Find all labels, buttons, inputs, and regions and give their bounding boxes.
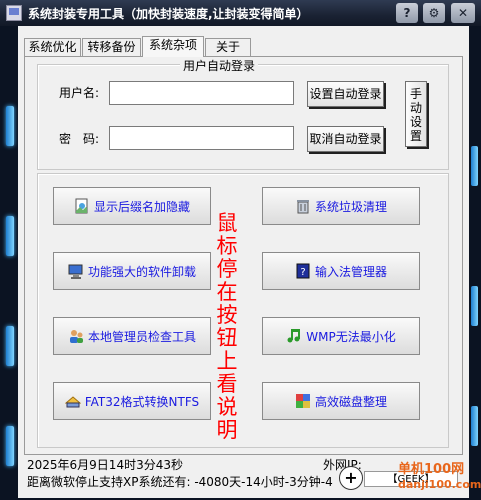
right-decoration	[469, 26, 481, 500]
ime-manager-label: 输入法管理器	[314, 264, 387, 279]
ime-manager-button[interactable]: ? 输入法管理器	[262, 252, 420, 290]
tab-system-misc[interactable]: 系统杂项	[142, 36, 204, 57]
datetime-text: 2025年6月9日14时3分43秒	[27, 458, 183, 472]
left-decoration	[0, 26, 18, 500]
password-label: 密 码:	[59, 132, 100, 146]
app-icon	[6, 5, 22, 21]
username-label: 用户名:	[59, 86, 100, 100]
local-admin-check-button[interactable]: 本地管理员检查工具	[53, 317, 211, 355]
autologin-group	[37, 64, 449, 170]
trash-icon	[295, 198, 311, 214]
defrag-icon	[295, 393, 311, 409]
fat32-to-ntfs-label: FAT32格式转换NTFS	[84, 394, 200, 409]
settings-button[interactable]: ⚙	[423, 3, 445, 23]
autologin-group-title: 用户自动登录	[180, 57, 259, 74]
manual-setup-button[interactable]: 手动设置	[405, 81, 427, 147]
show-extension-label: 显示后缀名加隐藏	[93, 199, 190, 214]
users-icon	[68, 328, 84, 344]
disk-defrag-button[interactable]: 高效磁盘整理	[262, 382, 420, 420]
set-autologin-button[interactable]: 设置自动登录	[307, 81, 384, 107]
title-bar[interactable]: 系统封装专用工具（加快封装速度,让封装变得简单） ? ⚙ ✕	[0, 0, 481, 26]
help-button[interactable]: ?	[396, 3, 418, 23]
music-note-icon	[286, 328, 302, 344]
username-field[interactable]	[109, 81, 294, 105]
help-book-icon: ?	[295, 263, 311, 279]
show-extension-button[interactable]: 显示后缀名加隐藏	[53, 187, 211, 225]
software-uninstall-button[interactable]: 功能强大的软件卸载	[53, 252, 211, 290]
software-uninstall-label: 功能强大的软件卸载	[87, 264, 196, 279]
disk-defrag-label: 高效磁盘整理	[314, 394, 387, 409]
fat32-to-ntfs-button[interactable]: FAT32格式转换NTFS	[53, 382, 211, 420]
image-edit-icon	[74, 198, 90, 214]
window-title: 系统封装专用工具（加快封装速度,让封装变得简单）	[28, 7, 309, 21]
wmp-minimize-button[interactable]: WMP无法最小化	[262, 317, 420, 355]
password-field[interactable]	[109, 126, 294, 150]
drive-convert-icon	[64, 393, 82, 409]
computer-icon	[68, 263, 84, 279]
hover-hint-text: 鼠标停在按钮上看说明	[216, 211, 238, 442]
junk-cleanup-label: 系统垃圾清理	[314, 199, 387, 214]
xp-support-notice: 距离微软停止支持XP系统还有: -4080天-14小时-3分钟-4	[27, 475, 333, 489]
tab-system-optimize[interactable]: 系统优化	[24, 38, 81, 56]
svg-text:?: ?	[300, 267, 305, 278]
tab-transfer-backup[interactable]: 转移备份	[82, 38, 141, 56]
local-admin-check-label: 本地管理员检查工具	[87, 329, 196, 344]
add-icon[interactable]: +	[339, 466, 363, 490]
client-area: 系统优化 转移备份 系统杂项 关于 用户自动登录 用户名: 设置自动登录 密 码…	[18, 26, 469, 498]
watermark-text: 单机100网	[398, 462, 465, 477]
tab-about[interactable]: 关于	[205, 38, 251, 56]
close-button[interactable]: ✕	[451, 3, 475, 23]
watermark-url: danji100.com	[398, 478, 481, 491]
cancel-autologin-button[interactable]: 取消自动登录	[307, 126, 384, 152]
app-window: 系统封装专用工具（加快封装速度,让封装变得简单） ? ⚙ ✕ 系统优化 转移备份…	[0, 0, 481, 500]
junk-cleanup-button[interactable]: 系统垃圾清理	[262, 187, 420, 225]
wmp-minimize-label: WMP无法最小化	[306, 329, 396, 344]
tab-panel-system-misc: 用户自动登录 用户名: 设置自动登录 密 码: 取消自动登录 手动设置 显示后缀…	[24, 56, 463, 455]
